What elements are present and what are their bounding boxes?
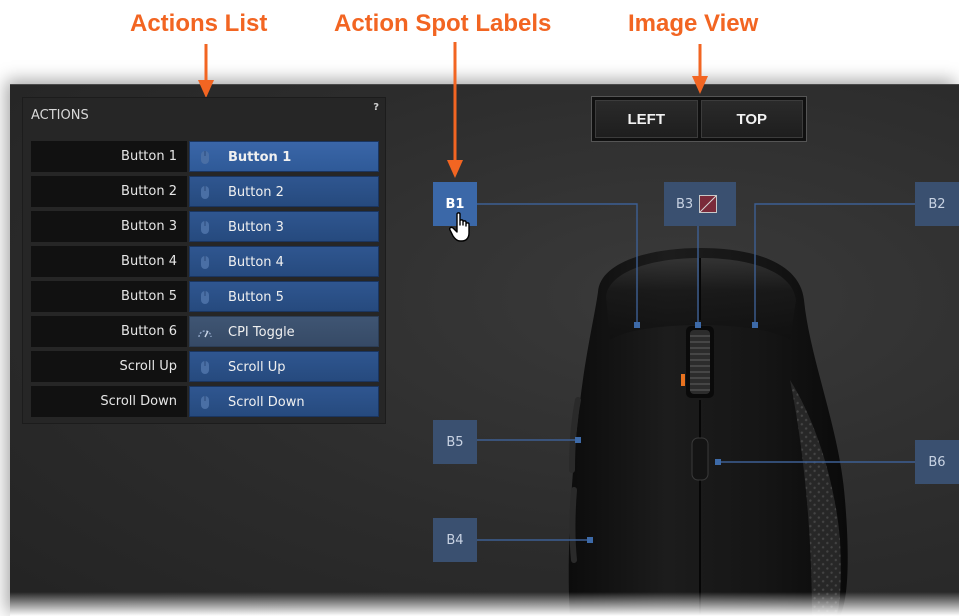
action-assignment-button[interactable]: Button 1 (189, 141, 379, 172)
action-name: Button 2 (31, 176, 187, 207)
mouse-icon (201, 361, 209, 374)
action-name: Button 6 (31, 316, 187, 347)
mouse-icon (201, 221, 209, 234)
help-icon[interactable]: ? (373, 102, 379, 113)
mouse-icon (201, 151, 209, 164)
mouse-icon (201, 396, 209, 409)
action-name: Button 4 (31, 246, 187, 277)
action-assignment-button[interactable]: Button 3 (189, 211, 379, 242)
action-assignment-label: Button 2 (228, 185, 284, 200)
spot-b6[interactable]: B6 (915, 440, 959, 484)
action-assignment-button[interactable]: Scroll Down (189, 386, 379, 417)
action-assignment-label: Button 3 (228, 220, 284, 235)
action-row-button-4: Button 4 Button 4 (31, 246, 379, 277)
action-assignment-button[interactable]: CPI Toggle (189, 316, 379, 347)
action-assignment-button[interactable]: Button 4 (189, 246, 379, 277)
gauge-icon (198, 330, 212, 338)
action-row-button-3: Button 3 Button 3 (31, 211, 379, 242)
action-assignment-label: Scroll Down (228, 395, 305, 410)
action-assignment-label: Button 5 (228, 290, 284, 305)
color-swatch-icon (699, 195, 718, 213)
action-name: Button 5 (31, 281, 187, 312)
image-view-toggle: LEFT TOP (591, 96, 807, 142)
action-assignment-label: Scroll Up (228, 360, 286, 375)
spot-b3[interactable]: B3 (664, 182, 736, 226)
bottom-fade (10, 592, 959, 616)
action-name: Button 1 (31, 141, 187, 172)
action-assignment-label: CPI Toggle (228, 325, 295, 340)
action-row-scroll-down: Scroll Down Scroll Down (31, 386, 379, 417)
hand-cursor-icon (449, 212, 470, 242)
action-name: Scroll Up (31, 351, 187, 382)
spot-b4[interactable]: B4 (433, 518, 477, 562)
mouse-image (568, 248, 848, 616)
action-name: Scroll Down (31, 386, 187, 417)
action-assignment-button[interactable]: Button 5 (189, 281, 379, 312)
mouse-icon (201, 256, 209, 269)
spot-label: B3 (676, 196, 694, 212)
mouse-icon (201, 291, 209, 304)
action-row-button-2: Button 2 Button 2 (31, 176, 379, 207)
action-row-button-6: Button 6 CPI Toggle (31, 316, 379, 347)
view-left-button[interactable]: LEFT (595, 100, 698, 138)
action-assignment-label: Button 4 (228, 255, 284, 270)
spot-b2[interactable]: B2 (915, 182, 959, 226)
spot-b5[interactable]: B5 (433, 420, 477, 464)
action-row-scroll-up: Scroll Up Scroll Up (31, 351, 379, 382)
action-assignment-button[interactable]: Scroll Up (189, 351, 379, 382)
action-name: Button 3 (31, 211, 187, 242)
action-row-button-1: Button 1 Button 1 (31, 141, 379, 172)
mouse-icon (201, 186, 209, 199)
action-assignment-label: Button 1 (228, 150, 292, 165)
actions-title: ACTIONS (31, 108, 89, 123)
view-top-button[interactable]: TOP (700, 100, 803, 138)
action-row-button-5: Button 5 Button 5 (31, 281, 379, 312)
action-assignment-button[interactable]: Button 2 (189, 176, 379, 207)
actions-panel: ACTIONS ? Button 1 Button 1 Button 2 But… (22, 97, 386, 424)
